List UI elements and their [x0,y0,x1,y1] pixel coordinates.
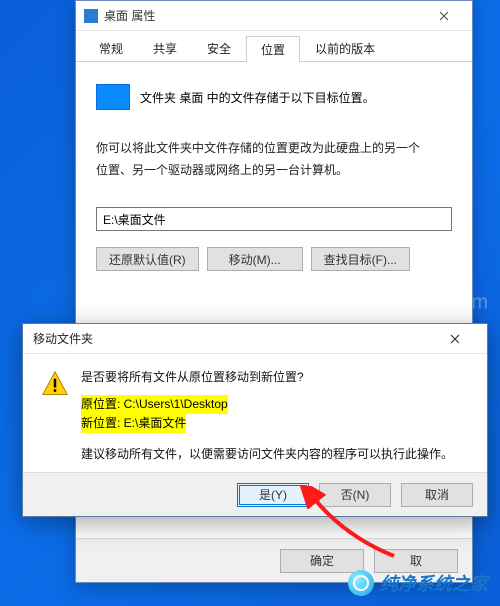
folder-icon [96,84,130,110]
new-location-label: 新位置: [81,416,124,430]
desktop-icon [84,9,98,23]
cancel-button[interactable]: 取消 [401,483,473,507]
tab-share[interactable]: 共享 [138,35,192,61]
brand-text: 纯净系统之家 [380,570,488,596]
cancel-button-truncated[interactable]: 取 [374,549,458,573]
location-path-input[interactable] [96,207,452,231]
find-target-button[interactable]: 查找目标(F)... [311,247,410,271]
modal-body: 是否要将所有文件从原位置移动到新位置? 原位置: C:\Users\1\Desk… [23,354,487,472]
modal-titlebar: 移动文件夹 [23,324,487,354]
move-advice: 建议移动所有文件，以便需要访问文件夹内容的程序可以执行此操作。 [81,445,469,462]
brand-watermark: 纯净系统之家 [348,570,488,596]
window-title: 桌面 属性 [104,7,424,24]
info-line-2: 位置、另一个驱动器或网络上的另一台计算机。 [96,160,452,182]
tab-location[interactable]: 位置 [246,36,300,62]
titlebar: 桌面 属性 [76,1,472,31]
ok-button[interactable]: 确定 [280,549,364,573]
yes-button[interactable]: 是(Y) [237,483,309,507]
modal-actions: 是(Y) 否(N) 取消 [23,472,487,516]
info-line-1: 你可以将此文件夹中文件存储的位置更改为此硬盘上的另一个 [96,138,452,160]
message-column: 是否要将所有文件从原位置移动到新位置? 原位置: C:\Users\1\Desk… [81,368,469,462]
move-folder-dialog: 移动文件夹 是否要将所有文件从原位置移动到新位置? 原位置: C:\Users\… [22,323,488,517]
old-location-label: 原位置: [81,397,124,411]
new-location-line: 新位置: E:\桌面文件 [81,414,469,433]
location-button-row: 还原默认值(R) 移动(M)... 查找目标(F)... [96,247,452,271]
close-icon [439,11,449,21]
tab-security[interactable]: 安全 [192,35,246,61]
brand-globe-icon [348,570,374,596]
folder-row: 文件夹 桌面 中的文件存储于以下目标位置。 [96,84,452,110]
window-close-button[interactable] [424,4,464,28]
new-location-path: E:\桌面文件 [124,416,187,430]
modal-title: 移动文件夹 [33,330,93,347]
modal-close-button[interactable] [433,325,477,353]
old-location-path: C:\Users\1\Desktop [124,397,228,411]
warning-icon [41,370,69,398]
tab-strip: 常规 共享 安全 位置 以前的版本 [76,31,472,62]
no-button[interactable]: 否(N) [319,483,391,507]
move-button[interactable]: 移动(M)... [207,247,303,271]
old-location-line: 原位置: C:\Users\1\Desktop [81,395,469,414]
restore-default-button[interactable]: 还原默认值(R) [96,247,199,271]
info-text: 你可以将此文件夹中文件存储的位置更改为此硬盘上的另一个 位置、另一个驱动器或网络… [96,138,452,181]
move-question: 是否要将所有文件从原位置移动到新位置? [81,368,469,385]
close-icon [450,334,460,344]
folder-line-text: 文件夹 桌面 中的文件存储于以下目标位置。 [140,89,375,106]
tab-content: 文件夹 桌面 中的文件存储于以下目标位置。 你可以将此文件夹中文件存储的位置更改… [76,62,472,287]
tab-previous-versions[interactable]: 以前的版本 [300,35,390,61]
tab-general[interactable]: 常规 [84,35,138,61]
